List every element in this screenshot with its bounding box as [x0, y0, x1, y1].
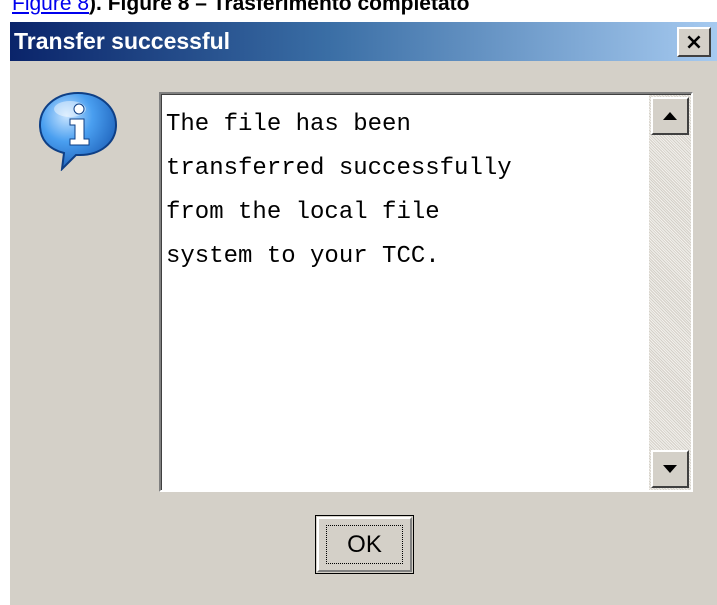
message-text: The file has been transferred successful…	[166, 111, 512, 270]
figure-caption: Figure 8). Figure 8 – Trasferimento comp…	[12, 0, 469, 17]
transfer-dialog: Transfer successful × The file has been …	[10, 22, 717, 605]
ok-button[interactable]: OK	[315, 515, 414, 574]
scroll-up-button[interactable]	[651, 97, 689, 135]
arrow-up-icon	[663, 112, 677, 120]
arrow-down-icon	[663, 465, 677, 473]
title-bar[interactable]: Transfer successful ×	[10, 22, 717, 61]
info-icon	[38, 91, 118, 171]
close-button[interactable]: ×	[677, 27, 711, 57]
vertical-scrollbar[interactable]	[649, 95, 691, 490]
scroll-down-button[interactable]	[651, 450, 689, 488]
message-text-area[interactable]: The file has been transferred successful…	[159, 92, 693, 492]
ok-button-label: OK	[347, 530, 382, 558]
caption-title: ). Figure 8 – Trasferimento completato	[89, 0, 470, 15]
figure-link[interactable]: Figure 8	[12, 0, 89, 15]
caption-strip: Figure 8). Figure 8 – Trasferimento comp…	[0, 0, 717, 22]
dialog-title: Transfer successful	[14, 28, 231, 54]
close-icon: ×	[684, 29, 704, 55]
